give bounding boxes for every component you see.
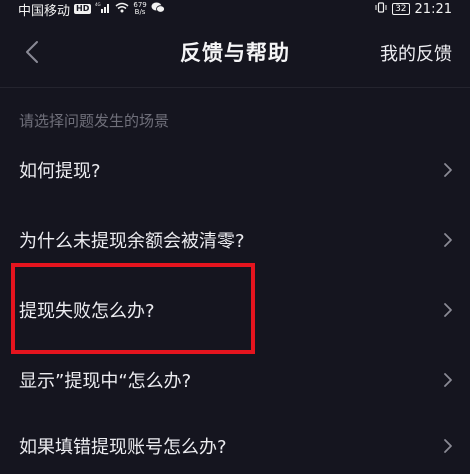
chevron-right-icon [443,438,453,454]
faq-item-withdraw-pending[interactable]: 显示”提现中“怎么办? [0,352,470,408]
section-label: 请选择问题发生的场景 [19,112,170,130]
vibrate-icon [375,1,387,17]
my-feedback-button[interactable]: 我的反馈 [380,40,452,66]
signal-sup: 4G [95,2,101,7]
header-divider [0,87,470,88]
faq-item-how-to-withdraw[interactable]: 如何提现? [0,142,470,198]
status-left: 中国移动 HD 4G 679 B/s [0,0,165,19]
chevron-right-icon [443,162,453,178]
chevron-right-icon [443,372,453,388]
faq-item-label: 显示”提现中“怎么办? [19,371,192,392]
wifi-icon [115,2,129,17]
faq-item-balance-cleared[interactable]: 为什么未提现余额会被清零? [0,212,470,268]
highlight-box [11,263,255,354]
faq-item-label: 如果填错提现账号怎么办? [19,437,227,458]
battery-indicator: 32 [392,3,410,15]
clock: 21:21 [414,1,452,17]
net-speed-unit: B/s [134,8,146,16]
faq-item-label: 为什么未提现余额会被清零? [19,231,245,252]
hd-badge: HD [74,4,92,14]
signal-icon: 4G [95,2,111,17]
chevron-right-icon [443,232,453,248]
faq-item-label: 如何提现? [19,161,101,182]
status-bar: 中国移动 HD 4G 679 B/s 32 21:21 [0,0,470,19]
wechat-icon [151,2,165,17]
status-right: 32 21:21 [375,2,470,17]
page-title: 反馈与帮助 [180,41,290,65]
net-speed: 679 B/s [133,2,146,16]
back-button[interactable] [16,34,48,70]
back-arrow-icon [26,41,38,63]
chevron-right-icon [443,302,453,318]
carrier-name: 中国移动 [18,3,71,19]
navigation-bar: 反馈与帮助 我的反馈 [0,18,470,86]
faq-item-wrong-account[interactable]: 如果填错提现账号怎么办? [0,418,470,474]
